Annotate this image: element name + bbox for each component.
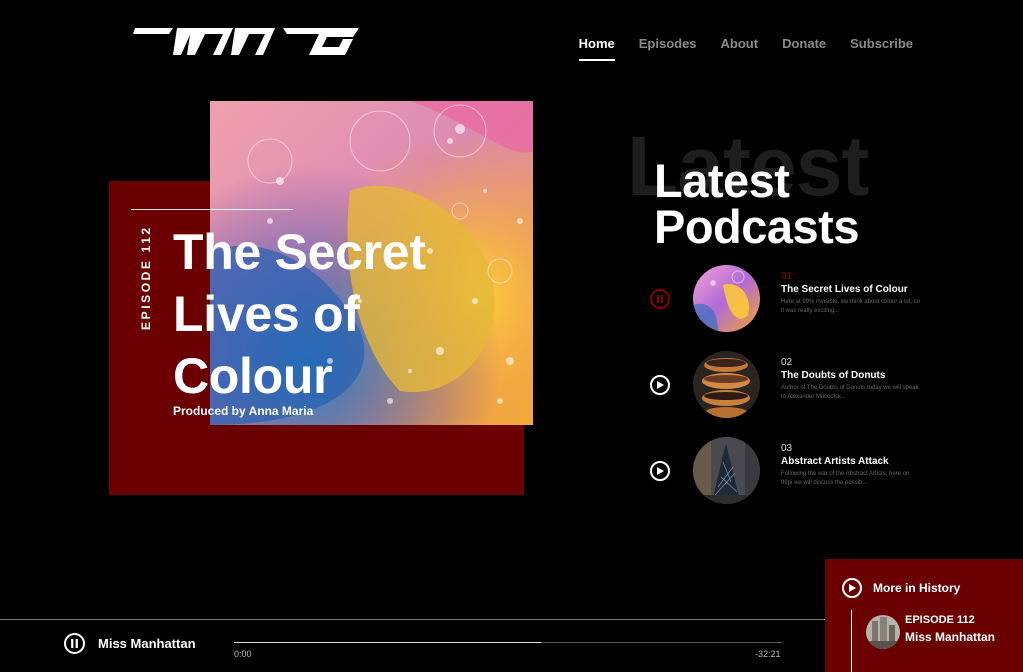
history-divider	[851, 610, 852, 672]
player-remaining-time: -32:21	[755, 649, 781, 659]
nav-subscribe[interactable]: Subscribe	[850, 36, 913, 55]
latest-heading-line2: Podcasts	[654, 200, 859, 253]
podcast-title[interactable]: The Doubts of Donuts	[781, 370, 885, 381]
podcast-thumbnail[interactable]	[693, 351, 760, 418]
player-elapsed-time: 0:00	[234, 649, 252, 659]
latest-heading-line1: Latest	[654, 154, 790, 207]
podcast-thumbnail[interactable]	[693, 437, 760, 504]
podcast-number: 03	[781, 443, 793, 454]
podcast-item[interactable]: 01 The Secret Lives of Colour Here at 99…	[648, 265, 948, 335]
history-play-button[interactable]	[842, 578, 862, 598]
podcast-description: Author of The Doubts of Donuts today we …	[781, 385, 919, 400]
player-progress-fill	[234, 642, 541, 643]
nav-donate[interactable]: Donate	[782, 36, 826, 55]
podcast-item[interactable]: 02 The Doubts of Donuts Author of The Do…	[648, 351, 948, 421]
podcast-number: 02	[781, 357, 793, 368]
pause-icon[interactable]	[650, 289, 670, 309]
podcast-title[interactable]: The Secret Lives of Colour	[781, 284, 908, 295]
play-icon[interactable]	[650, 461, 670, 481]
play-icon	[849, 584, 856, 592]
player-track-title: Miss Manhattan	[98, 636, 196, 651]
play-icon[interactable]	[650, 375, 670, 395]
nav-home[interactable]: Home	[578, 36, 615, 61]
nav-episodes[interactable]: Episodes	[639, 36, 697, 55]
hero-divider	[131, 209, 293, 210]
history-episode-label: EPISODE 112	[905, 614, 975, 626]
podcast-thumbnail[interactable]	[693, 265, 760, 332]
main-nav: Home Episodes About Donate Subscribe	[578, 36, 913, 61]
podcast-number: 01	[781, 271, 793, 282]
hero-title: The Secret Lives of Colour	[173, 224, 426, 404]
player-pause-button[interactable]	[64, 633, 85, 654]
logo[interactable]	[133, 25, 359, 57]
latest-heading: Latest Podcasts	[654, 154, 859, 253]
podcast-description: Following the war of the Abstract Artist…	[781, 471, 910, 486]
nav-about[interactable]: About	[721, 36, 759, 55]
player-divider	[0, 619, 825, 620]
more-in-history-link[interactable]: More in History	[873, 581, 960, 595]
podcast-item[interactable]: 03 Abstract Artists Attack Following the…	[648, 437, 948, 507]
pause-icon	[71, 639, 78, 648]
player-progress-bar[interactable]	[234, 642, 782, 643]
podcast-title[interactable]: Abstract Artists Attack	[781, 456, 889, 467]
history-thumbnail[interactable]	[866, 615, 900, 649]
episode-label: EPISODE 112	[139, 225, 153, 330]
history-episode-title[interactable]: Miss Manhattan	[905, 630, 995, 644]
podcast-description: Here at 99% invisible, we think about co…	[781, 299, 921, 314]
hero-byline: Produced by Anna Maria	[173, 404, 314, 418]
history-panel: More in History EPISODE 112 Miss Manhatt…	[825, 559, 1023, 672]
